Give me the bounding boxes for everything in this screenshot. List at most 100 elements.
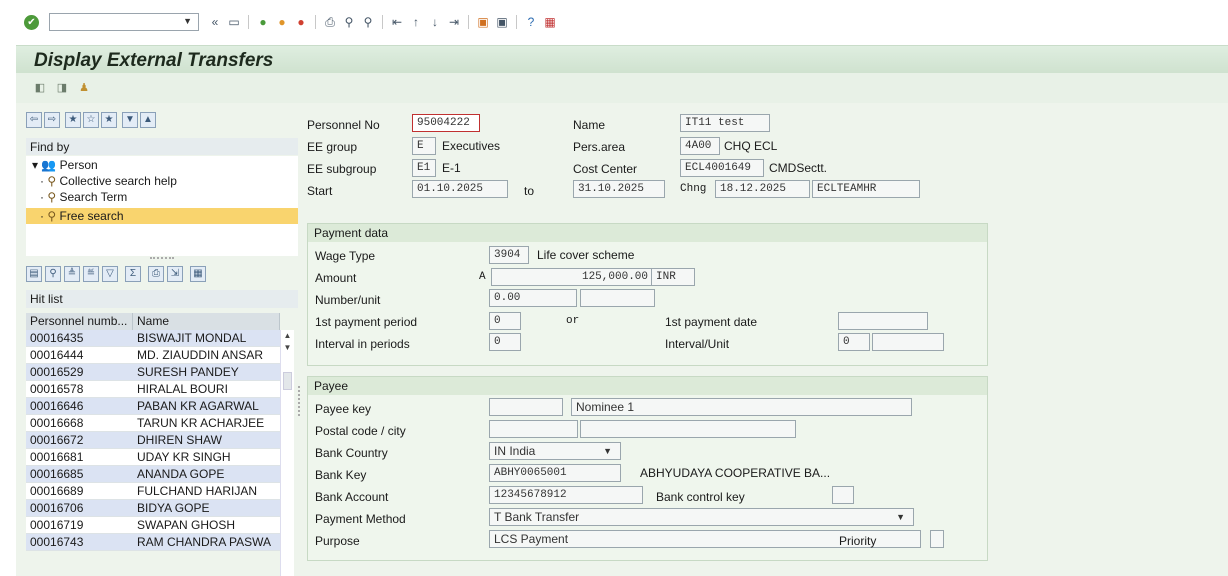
table-row[interactable]: 00016529 SURESH PANDEY	[26, 364, 280, 381]
table-row[interactable]: 00016685 ANANDA GOPE	[26, 466, 280, 483]
find-next-icon[interactable]: ⚲	[360, 14, 376, 30]
sort-ascending-icon[interactable]: ≜	[64, 266, 80, 282]
payee-key-field	[489, 398, 563, 416]
cost-center-code: ECL4001649	[680, 159, 764, 177]
first-page-icon[interactable]: ⇤	[389, 14, 405, 30]
cancel-icon[interactable]: ●	[293, 14, 309, 30]
forward-icon[interactable]: ⇨	[44, 112, 60, 128]
name-label: Name	[573, 118, 606, 132]
table-row[interactable]: 00016706 BIDYA GOPE	[26, 500, 280, 517]
customize-icon[interactable]: ▦	[542, 14, 558, 30]
prev-page-icon[interactable]: ↑	[408, 14, 424, 30]
name-cell: ANANDA GOPE	[137, 467, 225, 481]
interval-field: 0	[489, 333, 521, 351]
bank-account-field: 12345678912	[489, 486, 643, 504]
name-cell: TARUN KR ACHARJEE	[137, 416, 265, 430]
hit-list-scrollbar[interactable]: ▲ ▼	[280, 330, 294, 576]
search-tree: ▾ 👥 Person · ⚲ Collective search help · …	[26, 156, 298, 256]
search-icon[interactable]: ⚲	[45, 266, 61, 282]
last-page-icon[interactable]: ⇥	[446, 14, 462, 30]
finder-toolbar: ⇦ ⇨ ★ ☆ ★ ▼ ▲	[26, 112, 156, 128]
back-icon[interactable]: ⇦	[26, 112, 42, 128]
exit-icon[interactable]: ●	[274, 14, 290, 30]
column-name[interactable]: Name	[133, 313, 280, 330]
tree-item-collective-search[interactable]: · ⚲ Collective search help	[40, 173, 177, 189]
save-icon[interactable]: ▭	[226, 14, 242, 30]
enter-icon[interactable]: ✔	[24, 14, 39, 30]
table-row[interactable]: 00016743 RAM CHANDRA PASWA	[26, 534, 280, 551]
collapse-icon[interactable]: «	[207, 14, 223, 30]
first-period-label: 1st payment period	[315, 315, 418, 329]
payment-method-select[interactable]: T Bank Transfer	[489, 508, 914, 526]
interval-unit-label: Interval/Unit	[665, 337, 730, 351]
favorites-icon[interactable]: ★	[65, 112, 81, 128]
help-icon[interactable]: ?	[523, 14, 539, 30]
binoculars-icon: ⚲	[47, 190, 57, 204]
table-row[interactable]: 00016668 TARUN KR ACHARJEE	[26, 415, 280, 432]
scroll-thumb[interactable]	[283, 372, 292, 390]
tree-item-search-term[interactable]: · ⚲ Search Term	[40, 189, 127, 205]
personnel-number-cell: 00016444	[30, 348, 84, 362]
hit-list-table: Personnel numb... Name 00016435 BISWAJIT …	[26, 313, 280, 551]
name-cell: UDAY KR SINGH	[137, 450, 231, 464]
next-record-icon[interactable]: ◨	[54, 80, 70, 96]
command-field[interactable]	[49, 13, 199, 31]
back-nav-icon[interactable]: ●	[255, 14, 271, 30]
bank-country-select[interactable]: IN India	[489, 442, 621, 460]
personnel-number-cell: 00016668	[30, 416, 84, 430]
ee-group-text: Executives	[442, 139, 501, 153]
bank-account-label: Bank Account	[315, 490, 389, 504]
collapse-icon[interactable]: ▲	[140, 112, 156, 128]
print-icon[interactable]: ⎙	[322, 14, 338, 30]
personnel-no-label: Personnel No	[307, 118, 380, 132]
binoculars-icon: ⚲	[47, 174, 57, 188]
bank-key-field: ABHY0065001	[489, 464, 621, 482]
chng-label: Chng	[680, 183, 707, 195]
table-row[interactable]: 00016435 BISWAJIT MONDAL	[26, 330, 280, 347]
layout-icon[interactable]: ▦	[190, 266, 206, 282]
filter-icon[interactable]: ▽	[102, 266, 118, 282]
details-icon[interactable]: ▤	[26, 266, 42, 282]
tree-item-person[interactable]: ▾ 👥 Person	[32, 157, 98, 173]
table-row[interactable]: 00016578 HIRALAL BOURI	[26, 381, 280, 398]
column-personnel-number[interactable]: Personnel numb...	[26, 313, 133, 330]
personnel-number-cell: 00016681	[30, 450, 84, 464]
edit-favorites-icon[interactable]: ★	[101, 112, 117, 128]
cost-center-label: Cost Center	[573, 162, 638, 176]
pers-area-label: Pers.area	[573, 140, 626, 154]
payee-title: Payee	[308, 377, 987, 395]
table-row[interactable]: 00016719 SWAPAN GHOSH	[26, 517, 280, 534]
personnel-number-cell: 00016689	[30, 484, 84, 498]
interval-unit-field: 0	[838, 333, 870, 351]
name-field: IT11 test	[680, 114, 770, 132]
print-preview-icon[interactable]: ⎙	[148, 266, 164, 282]
sum-icon[interactable]: Σ	[125, 266, 141, 282]
person-icon[interactable]: ♟	[76, 80, 92, 96]
scroll-down-icon[interactable]: ▼	[281, 342, 294, 354]
bank-key-label: Bank Key	[315, 468, 367, 482]
pane-splitter[interactable]	[298, 386, 301, 416]
next-page-icon[interactable]: ↓	[427, 14, 443, 30]
sort-descending-icon[interactable]: ≝	[83, 266, 99, 282]
table-row[interactable]: 00016444 MD. ZIAUDDIN ANSAR	[26, 347, 280, 364]
export-icon[interactable]: ⇲	[167, 266, 183, 282]
expand-icon[interactable]: ▼	[122, 112, 138, 128]
scroll-up-icon[interactable]: ▲	[281, 330, 294, 342]
shortcut-icon[interactable]: ▣	[494, 14, 510, 30]
find-icon[interactable]: ⚲	[341, 14, 357, 30]
personnel-no-field[interactable]: 95004222	[412, 114, 480, 132]
table-row[interactable]: 00016672 DHIREN SHAW	[26, 432, 280, 449]
table-row[interactable]: 00016681 UDAY KR SINGH	[26, 449, 280, 466]
previous-record-icon[interactable]: ◧	[32, 80, 48, 96]
resize-handle[interactable]	[150, 257, 174, 261]
table-row[interactable]: 00016646 PABAN KR AGARWAL	[26, 398, 280, 415]
personnel-number-cell: 00016529	[30, 365, 84, 379]
new-session-icon[interactable]: ▣	[475, 14, 491, 30]
add-favorite-icon[interactable]: ☆	[83, 112, 99, 128]
start-label: Start	[307, 184, 333, 198]
to-label: to	[524, 184, 535, 198]
table-row[interactable]: 00016689 FULCHAND HARIJAN	[26, 483, 280, 500]
binoculars-icon: ⚲	[47, 209, 57, 223]
tree-item-free-search[interactable]: · ⚲ Free search	[26, 208, 298, 224]
start-date-field: 01.10.2025	[412, 180, 508, 198]
